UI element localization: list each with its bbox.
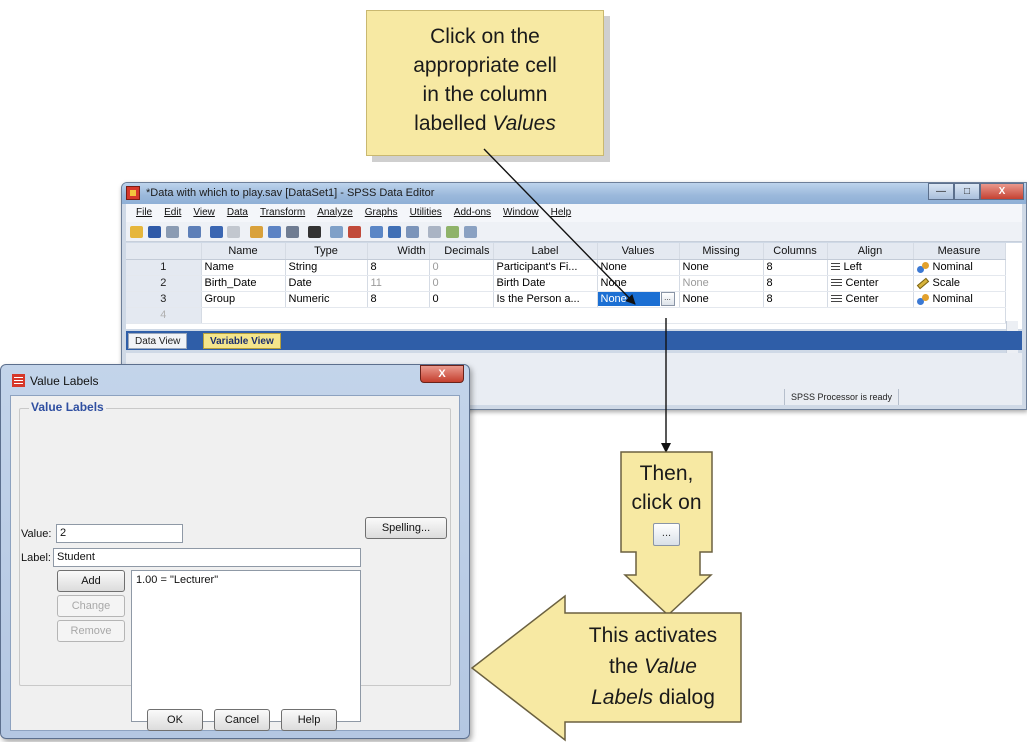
activates-line-3-suffix: dialog [653, 686, 715, 709]
then-ellipsis-button: ... [653, 523, 680, 546]
then-click-callout: Then, click on ... [621, 459, 712, 546]
activates-line-2: the Value [565, 651, 741, 682]
then-line-1: Then, [639, 462, 694, 485]
callout-pointer-arrow [483, 148, 636, 305]
activates-line-2-italic: Value [644, 655, 697, 678]
activates-line-3: Labels dialog [565, 682, 741, 713]
annotation-arrows [470, 148, 742, 742]
then-line-2: click on [631, 491, 702, 514]
activates-dialog-callout: This activates the Value Labels dialog [565, 620, 741, 713]
activates-line-2-prefix: the [609, 655, 645, 678]
activates-line-1: This activates [588, 624, 718, 647]
activates-line-3-italic: Labels [591, 686, 653, 709]
